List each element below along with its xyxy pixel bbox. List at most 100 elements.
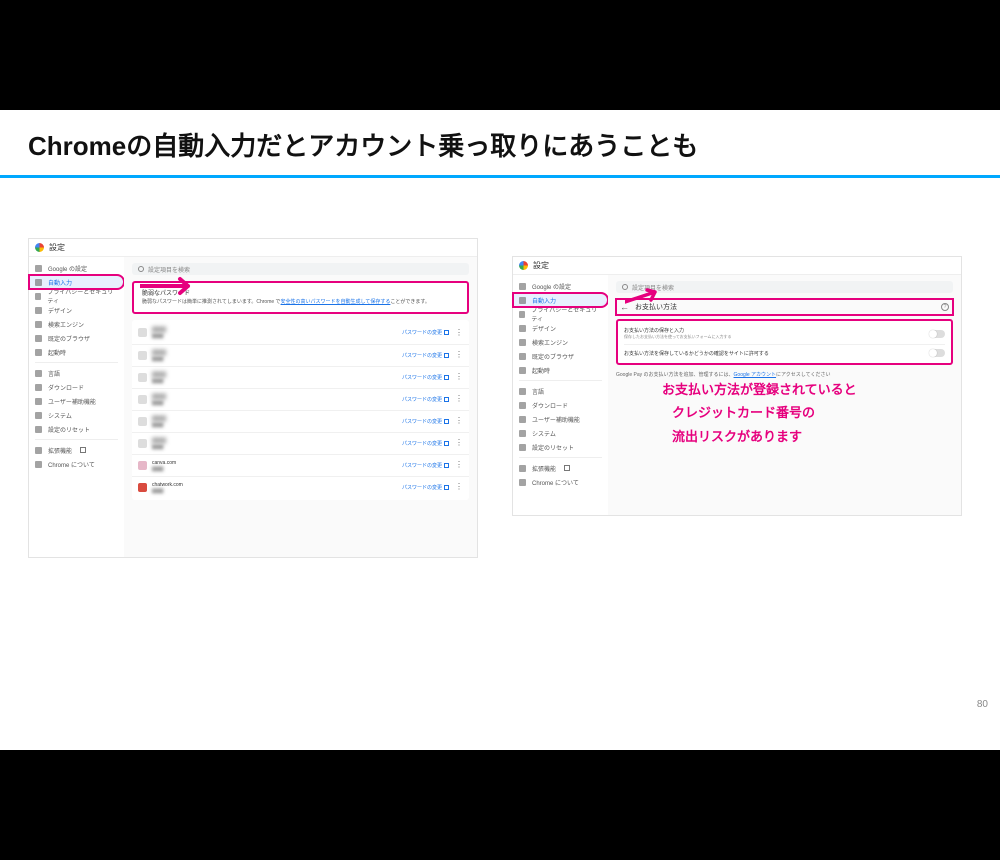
sidebar-item-extensions[interactable]: 拡張機能 — [513, 461, 608, 475]
sidebar-item-about[interactable]: Chrome について — [29, 457, 124, 471]
title-area: Chromeの自動入力だとアカウント乗っ取りにあうことも — [0, 110, 1000, 163]
change-password-button[interactable]: パスワードの変更 — [402, 396, 449, 403]
password-row[interactable]: ████████パスワードの変更⋮ — [132, 366, 469, 388]
sidebar-separator — [519, 457, 602, 458]
settings-search-input[interactable]: 設定項目を検索 — [132, 263, 469, 275]
paint-icon — [519, 325, 526, 332]
password-row[interactable]: canva.com████パスワードの変更⋮ — [132, 454, 469, 476]
more-menu-icon[interactable]: ⋮ — [455, 461, 463, 469]
search-icon — [35, 321, 42, 328]
sidebar-item-reset[interactable]: 設定のリセット — [513, 440, 608, 454]
sidebar-item-startup[interactable]: 起動時 — [29, 345, 124, 359]
open-external-icon — [444, 397, 449, 402]
sidebar-item-search-engine[interactable]: 検索エンジン — [513, 335, 608, 349]
more-menu-icon[interactable]: ⋮ — [455, 373, 463, 381]
passwords-panel: 設定項目を検索 脆弱なパスワード 脆弱なパスワードは簡単に推測されてしまいます。… — [124, 257, 477, 557]
chrome-settings-passwords-window: 設定 Google の設定 自動入力 プライバシーとセキュリティ デザイン 検索… — [28, 238, 478, 558]
more-menu-icon[interactable]: ⋮ — [455, 483, 463, 491]
open-external-icon — [444, 485, 449, 490]
sidebar-item-system[interactable]: システム — [513, 426, 608, 440]
toggle-subtitle: 保存したお支払い方法を使ってお支払いフォームに入力する — [624, 334, 929, 340]
risk-callout: お支払い方法が登録されていると クレジットカード番号の 流出リスクがあります — [662, 378, 857, 448]
chrome-icon — [519, 479, 526, 486]
sidebar-item-extensions[interactable]: 拡張機能 — [29, 443, 124, 457]
sidebar-item-language[interactable]: 言語 — [29, 366, 124, 380]
page-number: 80 — [977, 699, 988, 710]
settings-search-input[interactable]: 設定項目を検索 — [616, 281, 953, 293]
change-password-button[interactable]: パスワードの変更 — [402, 374, 449, 381]
callout-line: 流出リスクがあります — [662, 425, 857, 448]
sidebar-item-design[interactable]: デザイン — [513, 321, 608, 335]
save-payment-toggle-row[interactable]: お支払い方法の保存と入力 保存したお支払い方法を使ってお支払いフォームに入力する — [624, 323, 945, 345]
open-external-icon — [444, 441, 449, 446]
sidebar-item-download[interactable]: ダウンロード — [29, 380, 124, 394]
more-menu-icon[interactable]: ⋮ — [455, 351, 463, 359]
open-external-icon — [80, 447, 86, 453]
sidebar-item-privacy[interactable]: プライバシーとセキュリティ — [513, 307, 608, 321]
toggle-switch[interactable] — [929, 349, 945, 357]
sidebar-item-search-engine[interactable]: 検索エンジン — [29, 317, 124, 331]
open-external-icon — [444, 353, 449, 358]
sidebar-item-default-browser[interactable]: 既定のブラウザ — [513, 349, 608, 363]
password-row[interactable]: chatwork.com████パスワードの変更⋮ — [132, 476, 469, 498]
sidebar-item-design[interactable]: デザイン — [29, 303, 124, 317]
shield-icon — [35, 293, 41, 300]
password-row[interactable]: ████████パスワードの変更⋮ — [132, 432, 469, 454]
sidebar-item-google[interactable]: Google の設定 — [513, 279, 608, 293]
site-favicon — [138, 461, 147, 470]
change-password-button[interactable]: パスワードの変更 — [402, 418, 449, 425]
wrench-icon — [519, 430, 526, 437]
password-row[interactable]: ████████パスワードの変更⋮ — [132, 322, 469, 344]
autofill-icon — [519, 297, 526, 304]
open-external-icon — [444, 463, 449, 468]
payment-methods-header[interactable]: ← お支払い方法 ? — [616, 299, 953, 315]
site-favicon — [138, 395, 147, 404]
change-password-button[interactable]: パスワードの変更 — [402, 462, 449, 469]
allow-check-toggle-row[interactable]: お支払い方法を保存しているかどうかの確認をサイトに許可する — [624, 345, 945, 361]
globe-icon — [519, 388, 526, 395]
more-menu-icon[interactable]: ⋮ — [455, 417, 463, 425]
username: ████ — [152, 356, 402, 361]
accessibility-icon — [35, 398, 42, 405]
warning-text: 脆弱なパスワードは簡単に推測されてしまいます。Chrome で安全性の高いパスワ… — [142, 299, 459, 307]
window-titlebar: 設定 — [513, 257, 961, 275]
paint-icon — [35, 307, 42, 314]
username: ████ — [152, 378, 402, 383]
sidebar-item-language[interactable]: 言語 — [513, 384, 608, 398]
sidebar-item-google[interactable]: Google の設定 — [29, 261, 124, 275]
password-row[interactable]: ████████パスワードの変更⋮ — [132, 344, 469, 366]
autofill-icon — [35, 279, 42, 286]
open-external-icon — [444, 419, 449, 424]
site-favicon — [138, 483, 147, 492]
generate-password-link[interactable]: 安全性の高いパスワードを自動生成して保存する — [281, 299, 391, 305]
change-password-button[interactable]: パスワードの変更 — [402, 352, 449, 359]
password-row[interactable]: ████████パスワードの変更⋮ — [132, 388, 469, 410]
shield-icon — [519, 311, 525, 318]
sidebar-item-download[interactable]: ダウンロード — [513, 398, 608, 412]
open-external-icon — [564, 465, 570, 471]
more-menu-icon[interactable]: ⋮ — [455, 439, 463, 447]
change-password-button[interactable]: パスワードの変更 — [402, 329, 449, 336]
sidebar-item-accessibility[interactable]: ユーザー補助機能 — [513, 412, 608, 426]
sidebar-item-accessibility[interactable]: ユーザー補助機能 — [29, 394, 124, 408]
more-menu-icon[interactable]: ⋮ — [455, 395, 463, 403]
sidebar-item-reset[interactable]: 設定のリセット — [29, 422, 124, 436]
settings-sidebar: Google の設定 自動入力 プライバシーとセキュリティ デザイン 検索エンジ… — [29, 257, 124, 557]
change-password-button[interactable]: パスワードの変更 — [402, 484, 449, 491]
sidebar-item-startup[interactable]: 起動時 — [513, 363, 608, 377]
sidebar-item-system[interactable]: システム — [29, 408, 124, 422]
sidebar-item-default-browser[interactable]: 既定のブラウザ — [29, 331, 124, 345]
download-icon — [35, 384, 42, 391]
browser-icon — [35, 335, 42, 342]
password-row[interactable]: ████████パスワードの変更⋮ — [132, 410, 469, 432]
more-menu-icon[interactable]: ⋮ — [455, 329, 463, 337]
open-external-icon — [444, 330, 449, 335]
slide: Chromeの自動入力だとアカウント乗っ取りにあうことも 設定 Google の… — [0, 110, 1000, 750]
chrome-icon — [35, 461, 42, 468]
sidebar-separator — [35, 439, 118, 440]
sidebar-item-about[interactable]: Chrome について — [513, 475, 608, 489]
help-icon[interactable]: ? — [941, 303, 949, 311]
change-password-button[interactable]: パスワードの変更 — [402, 440, 449, 447]
sidebar-item-privacy[interactable]: プライバシーとセキュリティ — [29, 289, 124, 303]
toggle-switch[interactable] — [929, 330, 945, 338]
